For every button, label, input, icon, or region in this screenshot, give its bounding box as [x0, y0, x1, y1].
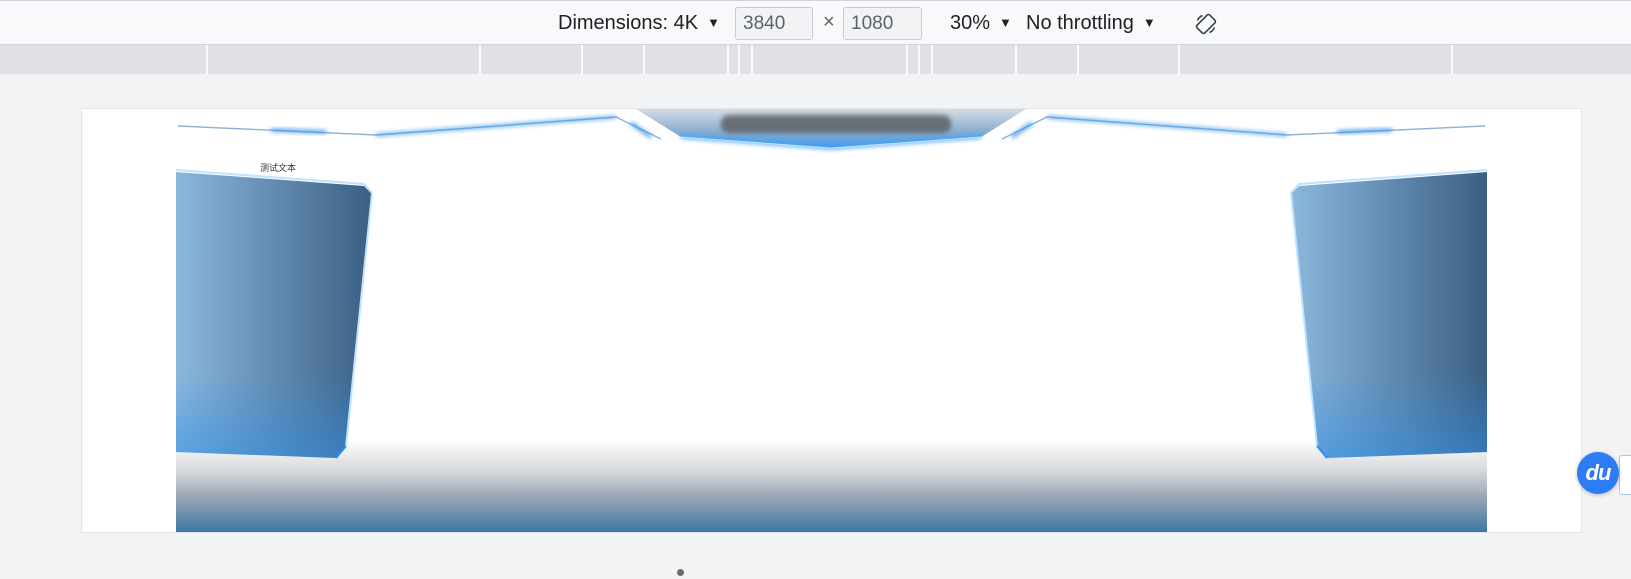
media-query-divider — [727, 45, 729, 74]
media-query-divider — [1451, 45, 1453, 74]
media-query-divider — [643, 45, 645, 74]
width-input[interactable]: 3840 — [735, 7, 813, 40]
media-query-divider — [931, 45, 933, 74]
dimensions-caret-icon: ▼ — [707, 14, 720, 30]
zoom-label: 30% — [950, 11, 991, 34]
left-panel — [176, 169, 374, 459]
throttling-label: No throttling — [1026, 11, 1134, 34]
blurred-title — [721, 115, 951, 133]
zoom-dropdown[interactable]: 30% ▼ — [950, 1, 1012, 45]
right-panel — [1289, 169, 1487, 459]
dimensions-dropdown[interactable]: Dimensions: 4K ▼ — [558, 1, 720, 45]
throttling-caret-icon: ▼ — [1142, 14, 1156, 30]
dashboard-stage: 测试文本 — [176, 109, 1487, 532]
media-query-divider — [206, 45, 208, 74]
media-query-divider — [1077, 45, 1079, 74]
zoom-caret-icon: ▼ — [999, 14, 1012, 30]
throttling-dropdown[interactable]: No throttling ▼ — [1026, 1, 1156, 45]
scroll-dot — [677, 569, 684, 576]
device-toolbar: Dimensions: 4K ▼ 3840 × 1080 30% ▼ No th… — [0, 0, 1631, 45]
media-query-divider — [738, 45, 740, 74]
media-query-bar[interactable] — [0, 45, 1631, 74]
baidu-assistant-button[interactable]: du — [1577, 452, 1619, 494]
height-input[interactable]: 1080 — [843, 7, 922, 40]
media-query-divider — [1178, 45, 1180, 74]
media-query-divider — [1015, 45, 1017, 74]
times-symbol: × — [823, 11, 835, 33]
media-query-divider — [581, 45, 583, 74]
emulated-viewport[interactable]: 测试文本 — [82, 109, 1581, 532]
dimensions-label: Dimensions: 4K — [558, 11, 699, 34]
media-query-divider — [918, 45, 920, 74]
media-query-divider — [479, 45, 481, 74]
media-query-divider — [751, 45, 753, 74]
baidu-side-tab[interactable] — [1619, 455, 1631, 495]
rotate-icon[interactable] — [1194, 12, 1218, 36]
media-query-divider — [906, 45, 908, 74]
